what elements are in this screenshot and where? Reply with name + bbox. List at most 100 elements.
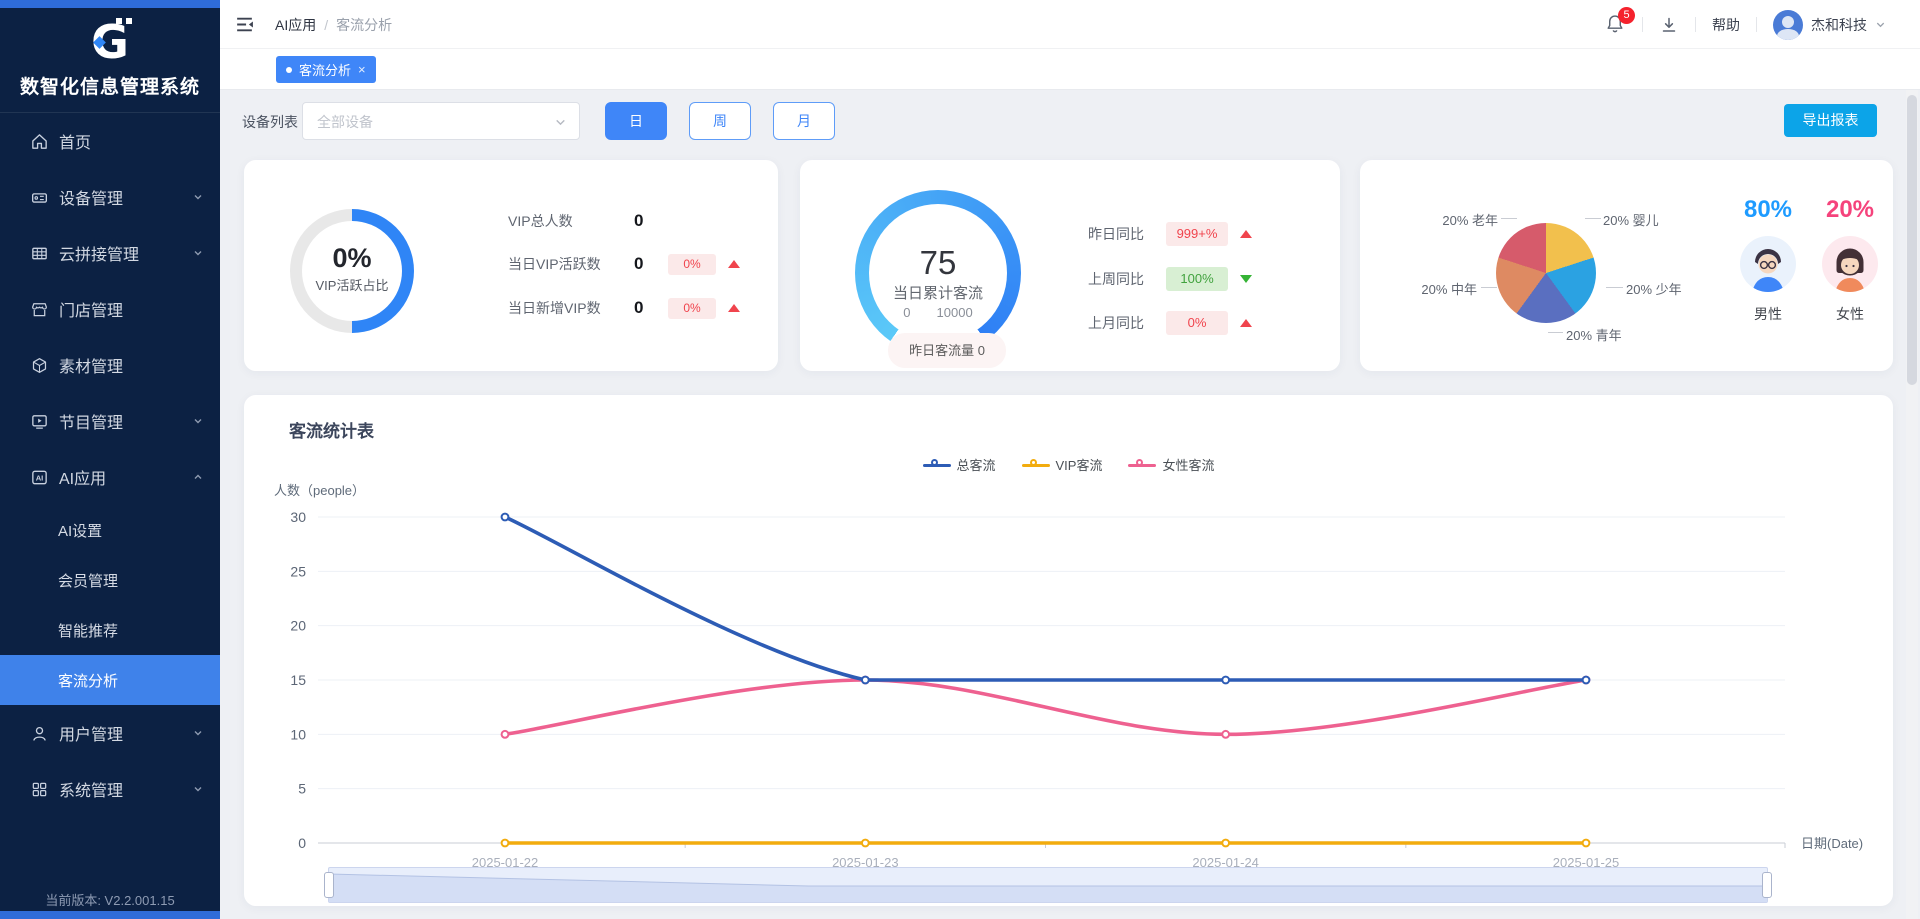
sidebar-item-label: AI应用: [59, 465, 106, 489]
stat-row: 当日新增VIP数 0 0%: [508, 296, 740, 320]
logo-area: G 数智化信息管理系统: [0, 8, 220, 113]
topbar-actions: 5 帮助 杰和科技: [1604, 0, 1886, 49]
sidebar-item-materials[interactable]: 素材管理: [0, 337, 220, 393]
pie-label-elderly: 20% 老年: [1436, 210, 1498, 229]
stat-label: 当日VIP活跃数: [508, 254, 634, 274]
sidebar-item-label: 用户管理: [59, 721, 123, 745]
download-icon[interactable]: [1659, 15, 1679, 35]
pie-leader-line: [1548, 332, 1563, 333]
system-grid-icon: [30, 780, 49, 799]
svg-text:20: 20: [290, 618, 306, 634]
sidebar-item-label: 节目管理: [59, 409, 123, 433]
svg-text:10: 10: [290, 726, 306, 742]
sidebar-subitem-members[interactable]: 会员管理: [0, 555, 220, 605]
tab-close-icon[interactable]: ×: [358, 62, 366, 77]
pie-label-youth: 20% 青年: [1566, 325, 1622, 344]
trend-up-icon: [728, 304, 740, 312]
main-content: 设备列表 全部设备 日 周 月 导出报表 0% VIP活跃占比 VIP总人数 0…: [220, 90, 1910, 919]
female-avatar: [1822, 236, 1878, 292]
splice-grid-icon: [30, 244, 49, 263]
help-link[interactable]: 帮助: [1712, 15, 1740, 35]
chevron-down-icon: [192, 415, 204, 427]
traffic-gauge-caption: 当日累计客流: [869, 282, 1007, 303]
svg-text:5: 5: [298, 781, 306, 797]
export-report-button[interactable]: 导出报表: [1784, 104, 1877, 137]
user-icon: [30, 724, 49, 743]
sidebar-subitem-smart-recommend[interactable]: 智能推荐: [0, 605, 220, 655]
traffic-line-chart: 0510152025302025-01-222025-01-232025-01-…: [244, 395, 1893, 906]
period-day-button[interactable]: 日: [605, 102, 667, 140]
notifications-button[interactable]: 5: [1604, 13, 1626, 37]
sidebar-subitem-label: 会员管理: [58, 570, 118, 591]
sidebar-item-ai-apps[interactable]: AI AI应用: [0, 449, 220, 505]
sidebar-subitem-ai-settings[interactable]: AI设置: [0, 505, 220, 555]
sidebar-item-home[interactable]: 首页: [0, 113, 220, 169]
collapse-sidebar-icon[interactable]: [234, 14, 255, 35]
female-percent: 20%: [1808, 196, 1892, 224]
stat-row: 上月同比 0%: [1088, 310, 1252, 336]
vip-gauge-caption: VIP活跃占比: [302, 275, 402, 294]
tabbar: 客流分析 ×: [220, 49, 1920, 90]
sidebar: G 数智化信息管理系统 首页 设备管理 云拼接管理 门店管理 素材管理: [0, 0, 220, 919]
account-menu[interactable]: 杰和科技: [1773, 10, 1886, 40]
trend-up-icon: [728, 260, 740, 268]
datazoom-slider[interactable]: [328, 867, 1768, 903]
datazoom-right-handle[interactable]: [1762, 872, 1772, 898]
female-label: 女性: [1808, 304, 1892, 324]
sidebar-item-system[interactable]: 系统管理: [0, 761, 220, 817]
sidebar-item-label: 设备管理: [59, 185, 123, 209]
tab-active-dot-icon: [286, 67, 292, 73]
device-list-label: 设备列表: [242, 112, 298, 132]
sidebar-top-accent: [0, 0, 220, 8]
device-select[interactable]: 全部设备: [302, 102, 580, 140]
stat-row: 当日VIP活跃数 0 0%: [508, 252, 740, 276]
datazoom-left-handle[interactable]: [324, 872, 334, 898]
tab-label: 客流分析: [299, 60, 351, 79]
version-label: 当前版本: V2.2.001.15: [0, 890, 220, 909]
logo-dot-icon: [126, 18, 132, 24]
pie-leader-line: [1606, 287, 1623, 288]
app-title: 数智化信息管理系统: [0, 72, 220, 99]
divider: [1756, 17, 1757, 32]
male-avatar: [1740, 236, 1796, 292]
pie-label-infant: 20% 婴儿: [1603, 210, 1659, 229]
vip-activity-gauge: 0% VIP活跃占比: [290, 209, 414, 333]
svg-text:日期(Date): 日期(Date): [1801, 836, 1863, 851]
stat-label: 昨日同比: [1088, 224, 1156, 244]
period-week-button[interactable]: 周: [689, 102, 751, 140]
divider: [1695, 17, 1696, 32]
logo-dot-icon: [116, 18, 122, 24]
sidebar-item-programs[interactable]: 节目管理: [0, 393, 220, 449]
stat-row: 上周同比 100%: [1088, 266, 1252, 292]
chevron-up-icon: [192, 471, 204, 483]
sidebar-item-devices[interactable]: 设备管理: [0, 169, 220, 225]
page-scrollbar-thumb[interactable]: [1907, 95, 1917, 385]
pie-label-teen: 20% 少年: [1626, 279, 1682, 298]
svg-text:30: 30: [290, 509, 306, 525]
sidebar-item-cloud-splice[interactable]: 云拼接管理: [0, 225, 220, 281]
sidebar-item-label: 首页: [59, 129, 91, 153]
stat-row: VIP总人数 0: [508, 209, 668, 233]
trend-down-icon: [1240, 275, 1252, 283]
period-month-button[interactable]: 月: [773, 102, 835, 140]
topbar: AI应用 / 客流分析 5 帮助 杰和科技: [220, 0, 1920, 49]
tab-traffic-analysis[interactable]: 客流分析 ×: [276, 56, 376, 83]
svg-text:0: 0: [298, 835, 306, 851]
vip-gauge-value: 0%: [302, 243, 402, 274]
trend-up-icon: [1240, 319, 1252, 327]
traffic-gauge-value: 75: [869, 244, 1007, 282]
male-label: 男性: [1726, 304, 1810, 324]
sidebar-subitem-label: AI设置: [58, 520, 102, 541]
sidebar-item-users[interactable]: 用户管理: [0, 705, 220, 761]
sidebar-item-stores[interactable]: 门店管理: [0, 281, 220, 337]
program-icon: [30, 412, 49, 431]
svg-text:人数（people）: 人数（people）: [274, 483, 365, 498]
sidebar-item-label: 系统管理: [59, 777, 123, 801]
stat-badge: 0%: [1166, 311, 1228, 335]
chevron-down-icon: [192, 191, 204, 203]
company-name: 杰和科技: [1811, 15, 1867, 35]
breadcrumb-parent[interactable]: AI应用: [275, 15, 316, 35]
demographics-card: 20% 婴儿 20% 少年 20% 青年 20% 中年 20% 老年 80% 男…: [1360, 160, 1893, 371]
sidebar-item-label: 门店管理: [59, 297, 123, 321]
sidebar-subitem-traffic-analysis[interactable]: 客流分析: [0, 655, 220, 705]
